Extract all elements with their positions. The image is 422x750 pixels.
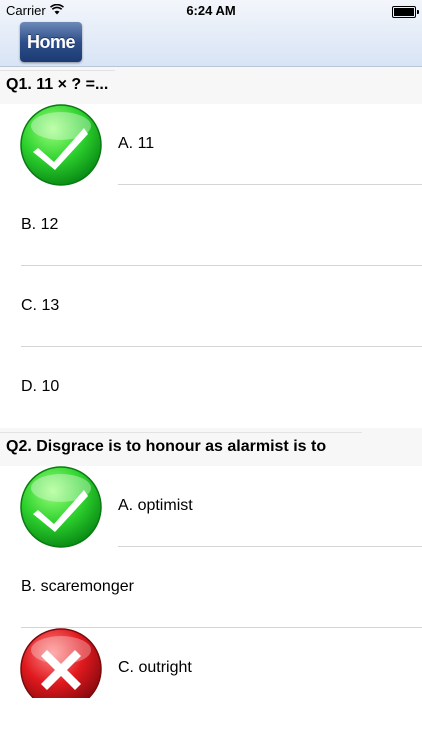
option-row[interactable]: C. 13	[0, 266, 422, 347]
option-label: B. 12	[21, 216, 59, 233]
option-label: C. outright	[118, 659, 192, 676]
checkmark-icon	[20, 104, 102, 186]
option-row[interactable]: A. optimist	[0, 466, 422, 548]
quiz-content: Q1. 11 × ? =... A. 11 B. 12 C. 13 D. 10 …	[0, 66, 422, 728]
battery-icon	[392, 5, 419, 18]
option-label: B. scaremonger	[21, 578, 134, 595]
checkmark-icon	[20, 466, 102, 548]
option-row[interactable]: B. 12	[0, 185, 422, 266]
option-label: A. optimist	[118, 497, 193, 514]
status-right	[392, 3, 419, 18]
option-label: C. 13	[21, 297, 60, 314]
question-title: Q2. Disgrace is to honour as alarmist is…	[6, 438, 327, 455]
option-label: A. 11	[118, 135, 155, 152]
home-button[interactable]: Home	[20, 22, 82, 62]
header-divider	[0, 432, 362, 433]
header-divider	[0, 70, 115, 71]
option-row[interactable]: B. scaremonger	[0, 547, 422, 628]
status-bar: Carrier 6:24 AM	[0, 0, 422, 20]
option-label: D. 10	[21, 378, 60, 395]
question-title: Q1. 11 × ? =...	[6, 76, 109, 93]
option-row[interactable]: D. 10	[0, 347, 422, 428]
question-header-1: Q1. 11 × ? =...	[0, 66, 422, 104]
question-header-2: Q2. Disgrace is to honour as alarmist is…	[0, 428, 422, 466]
option-row[interactable]: A. 11	[0, 104, 422, 186]
cross-icon	[20, 628, 102, 698]
status-time: 6:24 AM	[186, 3, 236, 18]
option-row[interactable]: C. outright	[0, 628, 422, 728]
